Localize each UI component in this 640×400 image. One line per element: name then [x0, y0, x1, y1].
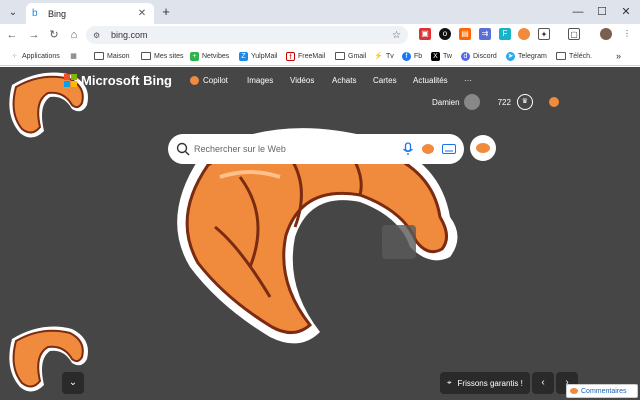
browser-toolbar: ← → ↻ ⌂ ⚙ bing.com ☆ ▣ o ▤ ⇉ F ✦ ▢ ⋮ — [0, 24, 640, 46]
folder-icon — [141, 52, 151, 60]
image-hotspot[interactable] — [382, 225, 416, 259]
bookmark-netvibes[interactable]: + Netvibes — [190, 50, 229, 62]
extensions-puzzle-icon[interactable]: ✦ — [538, 28, 550, 40]
x-icon: X — [431, 51, 440, 61]
bookmark-tw[interactable]: X Tw — [431, 50, 452, 62]
croissant-extension-icon[interactable] — [518, 28, 530, 40]
nav-achats[interactable]: Achats — [332, 76, 356, 85]
extension-3-icon[interactable]: ▤ — [459, 28, 471, 40]
bookmark-maison[interactable]: Maison — [94, 50, 130, 62]
nav-more[interactable]: ··· — [464, 76, 472, 85]
bookmark-telech[interactable]: Téléch. — [556, 50, 592, 62]
extension-5-icon[interactable]: F — [499, 28, 511, 40]
bing-logo[interactable]: Microsoft Bing — [64, 73, 172, 88]
croissant-menu-icon[interactable] — [548, 97, 559, 107]
discord-icon: d — [461, 51, 470, 61]
tab-title: Bing — [48, 8, 67, 19]
browser-menu-icon[interactable]: ⋮ — [621, 28, 633, 40]
feedback-button[interactable]: Commentaires — [566, 384, 638, 398]
bookmarks-bar: ⁘ Applications ▦ Maison Mes sites + Netvib… — [0, 46, 640, 66]
netvibes-icon: + — [190, 51, 199, 61]
keyboard-icon[interactable] — [442, 144, 456, 154]
bookmark-mes-sites[interactable]: Mes sites — [141, 50, 184, 62]
more-bookmarks-icon[interactable]: » — [616, 50, 621, 62]
nav-actualites[interactable]: Actualités — [413, 76, 448, 85]
nav-cartes[interactable]: Cartes — [373, 76, 397, 85]
zimbra-icon: Z — [239, 51, 248, 61]
nav-images[interactable]: Images — [247, 76, 273, 85]
extension-2-icon[interactable]: o — [439, 28, 451, 40]
bookmark-yulpmail[interactable]: Z YulpMail — [239, 50, 277, 62]
bookmark-freemail[interactable]: f FreeMail — [286, 50, 325, 62]
bookmark-tv[interactable]: ⚡ Tv — [374, 50, 394, 62]
maximize-button[interactable]: ☐ — [592, 2, 612, 22]
back-button[interactable]: ← — [4, 27, 20, 43]
grid-icon: ▦ — [69, 51, 78, 61]
search-input[interactable]: Rechercher sur le Web — [194, 144, 402, 154]
scroll-down-button[interactable]: ⌄ — [62, 372, 84, 394]
url-text: bing.com — [111, 30, 148, 40]
screenshot-icon[interactable]: ▢ — [568, 28, 580, 40]
search-icon — [176, 142, 190, 156]
tab-bing[interactable]: b Bing ✕ — [26, 3, 154, 24]
folder-icon — [556, 52, 566, 60]
extension-1-icon[interactable]: ▣ — [419, 28, 431, 40]
profile-avatar[interactable] — [600, 28, 612, 40]
bookmark-telegram[interactable]: ➤ Telegram — [506, 50, 547, 62]
home-button[interactable]: ⌂ — [66, 27, 82, 43]
bookmark-star-icon[interactable]: ☆ — [392, 30, 401, 41]
bookmark-applications[interactable]: ⁘ Applications — [10, 50, 60, 62]
copilot-button[interactable] — [470, 135, 496, 161]
tab-search-button[interactable]: ⌄ — [5, 4, 21, 20]
minimize-button[interactable]: — — [568, 2, 588, 22]
rewards-points[interactable]: 722 — [498, 98, 511, 107]
bookmark-fb[interactable]: f Fb — [402, 50, 422, 62]
forward-button[interactable]: → — [26, 27, 42, 43]
user-name[interactable]: Damien — [432, 98, 460, 107]
previous-image-button[interactable]: ‹ — [532, 372, 554, 394]
facebook-icon: f — [402, 51, 411, 61]
microsoft-logo-icon — [64, 74, 77, 87]
nav-copilot[interactable]: Copilot — [190, 76, 228, 85]
new-tab-button[interactable]: + — [158, 4, 174, 20]
close-tab-icon[interactable]: ✕ — [136, 8, 148, 19]
bookmark-grid[interactable]: ▦ — [69, 50, 81, 62]
bookmark-gmail[interactable]: Gmail — [335, 50, 366, 62]
user-area: Damien 722 ♛ — [432, 94, 559, 110]
rewards-trophy-icon[interactable]: ♛ — [516, 94, 533, 110]
tv-icon: ⚡ — [374, 51, 383, 61]
croissant-feedback-icon — [570, 388, 578, 394]
bookmark-discord[interactable]: d Discord — [461, 50, 497, 62]
extension-4-icon[interactable]: ⇉ — [479, 28, 491, 40]
croissant-copilot-icon — [190, 76, 199, 85]
close-window-button[interactable]: ✕ — [616, 2, 636, 22]
reload-button[interactable]: ↻ — [46, 27, 62, 43]
site-info-icon[interactable]: ⚙ — [93, 31, 105, 40]
user-avatar[interactable] — [463, 94, 480, 110]
bing-icon: b — [32, 7, 38, 19]
croissant-copilot-icon — [476, 143, 490, 153]
title-bar: ⌄ b Bing ✕ + — ☐ ✕ — [0, 0, 640, 24]
microphone-icon[interactable] — [402, 142, 414, 156]
nav-videos[interactable]: Vidéos — [290, 76, 314, 85]
address-bar[interactable]: ⚙ bing.com ☆ — [86, 26, 408, 44]
folder-icon — [335, 52, 345, 60]
image-info-button[interactable]: ⌖ Frissons garantis ! — [440, 372, 530, 394]
freemail-icon: f — [286, 51, 295, 61]
location-pin-icon: ⌖ — [447, 378, 452, 387]
bing-homepage: Microsoft Bing Copilot Images Vidéos Ach… — [0, 67, 640, 400]
search-box[interactable]: Rechercher sur le Web — [168, 134, 464, 164]
apps-grid-icon: ⁘ — [10, 51, 19, 61]
visual-search-croissant-icon[interactable] — [422, 144, 434, 154]
telegram-icon: ➤ — [506, 51, 515, 61]
folder-icon — [94, 52, 104, 60]
